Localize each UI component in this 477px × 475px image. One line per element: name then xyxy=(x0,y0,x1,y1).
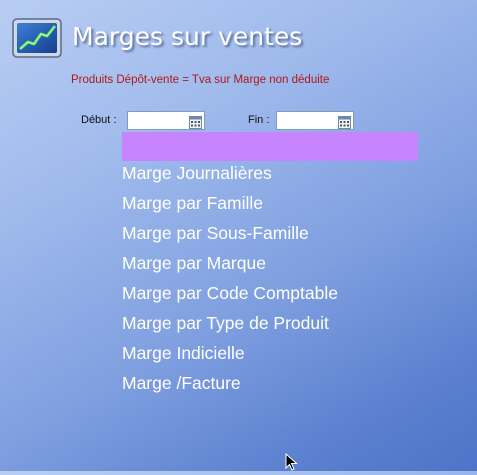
menu-item-margin-by-subfamily[interactable]: Marge par Sous-Famille xyxy=(122,222,338,252)
menu-item-margin-by-brand[interactable]: Marge par Marque xyxy=(122,252,338,282)
menu-item-margin-by-product-type[interactable]: Marge par Type de Produit xyxy=(122,312,338,342)
margin-report-menu: Marge Journalières Marge par Famille Mar… xyxy=(122,162,338,402)
start-date-picker[interactable] xyxy=(127,111,205,130)
menu-item-daily-margin[interactable]: Marge Journalières xyxy=(122,162,338,192)
start-date-input[interactable] xyxy=(129,113,189,128)
menu-item-margin-by-family[interactable]: Marge par Famille xyxy=(122,192,338,222)
menu-item-margin-per-invoice[interactable]: Marge /Facture xyxy=(122,372,338,402)
calendar-icon[interactable] xyxy=(189,114,202,129)
end-date-label: Fin : xyxy=(248,114,270,126)
vat-notice: Produits Dépôt-vente = Tva sur Marge non… xyxy=(71,74,330,86)
selection-highlight-bar xyxy=(122,132,418,161)
start-date-label: Début : xyxy=(81,114,117,126)
line-chart-icon xyxy=(12,18,62,58)
menu-item-indexed-margin[interactable]: Marge Indicielle xyxy=(122,342,338,372)
mouse-cursor-icon xyxy=(285,452,299,471)
end-date-picker[interactable] xyxy=(276,111,354,130)
page-title: Marges sur ventes xyxy=(72,22,303,51)
menu-item-margin-by-account-code[interactable]: Marge par Code Comptable xyxy=(122,282,338,312)
calendar-icon[interactable] xyxy=(338,114,351,129)
end-date-input[interactable] xyxy=(278,113,338,128)
